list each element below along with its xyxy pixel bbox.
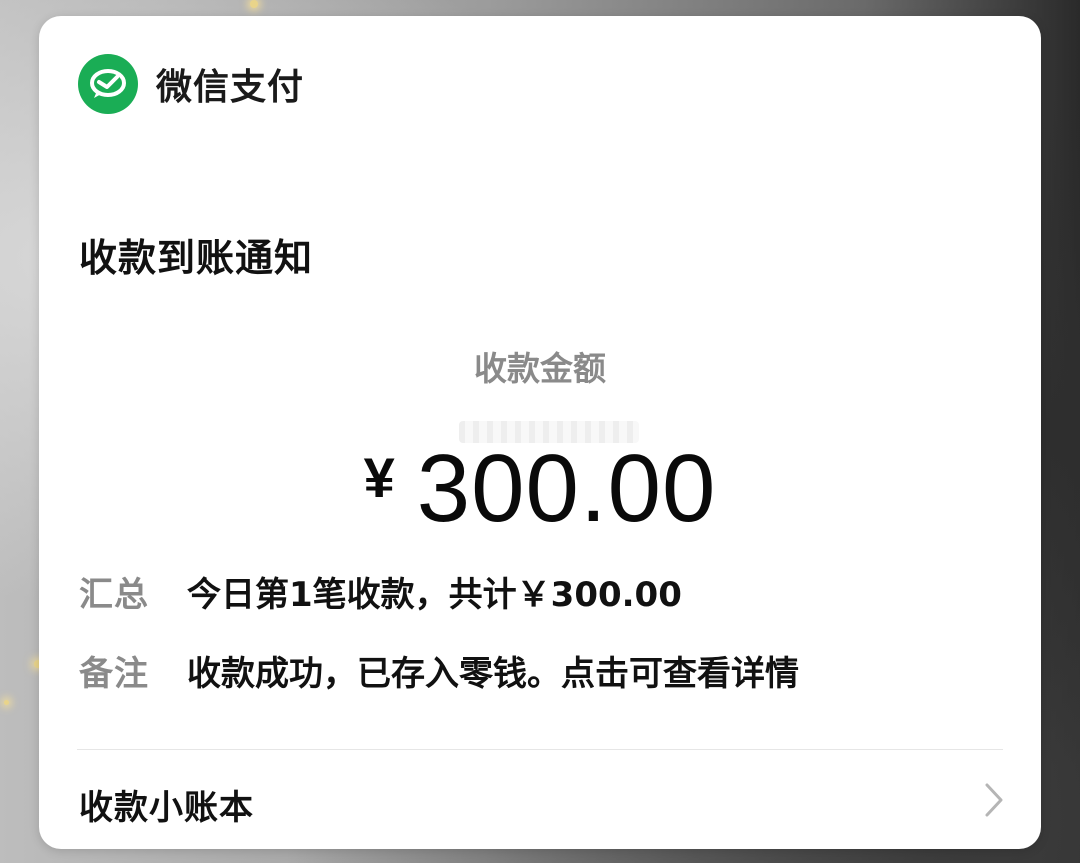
- brand-name: 微信支付: [156, 67, 305, 108]
- summary-value: 今日第1笔收款，共计￥300.00: [187, 575, 682, 615]
- amount-display: ¥300.00: [39, 441, 1041, 537]
- background-sparkle: [4, 700, 9, 705]
- notice-title: 收款到账通知: [79, 236, 314, 280]
- ledger-link[interactable]: 收款小账本: [39, 750, 1041, 849]
- ledger-label: 收款小账本: [79, 788, 254, 828]
- amount-label: 收款金额: [474, 349, 606, 388]
- currency-symbol: ¥: [363, 446, 395, 509]
- background-sparkle: [250, 0, 258, 8]
- summary-key: 汇总: [79, 575, 149, 615]
- wechat-pay-icon: [78, 54, 138, 114]
- remark-value: 收款成功，已存入零钱。点击可查看详情: [187, 654, 799, 694]
- remark-key: 备注: [79, 654, 149, 694]
- remark-row: 备注 收款成功，已存入零钱。点击可查看详情: [79, 646, 799, 695]
- brand-header: 微信支付: [78, 54, 304, 114]
- summary-row: 汇总 今日第1笔收款，共计￥300.00: [79, 567, 682, 616]
- payment-notification-card[interactable]: 微信支付 收款到账通知 收款金额 ¥300.00 汇总 今日第1笔收款，共计￥3…: [39, 16, 1041, 849]
- amount-value: 300.00: [416, 435, 717, 542]
- chevron-right-icon: [985, 783, 1003, 817]
